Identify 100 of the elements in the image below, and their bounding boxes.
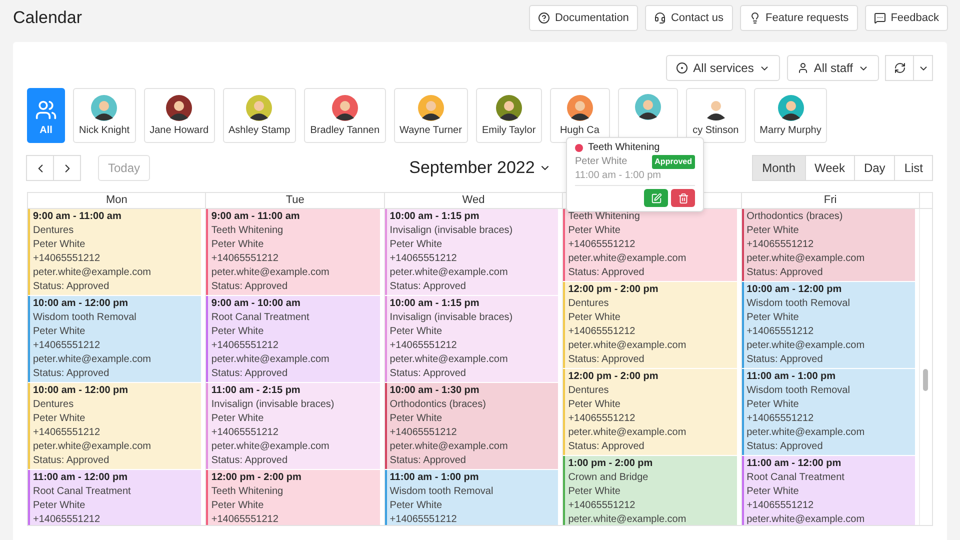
appointment-text: +14065551212: [746, 412, 815, 426]
appointment-text: Peter White: [211, 499, 265, 513]
appointment-text: Dentures: [33, 398, 75, 412]
appointment-text: Wisdom tooth Removal: [746, 384, 851, 398]
header-button[interactable]: Documentation: [528, 5, 638, 31]
appointment-text: Status: Approved: [211, 280, 289, 294]
appointment-card[interactable]: 9:00 am - 11:00 am Teeth Whitening Peter White +14065551212 peter.white@example.com Status: Approved: [206, 209, 380, 295]
view-tab[interactable]: Week: [804, 155, 855, 181]
appointment-text: +14065551212: [390, 339, 458, 353]
appointment-text: Peter White: [746, 398, 800, 412]
month-title[interactable]: September 2022: [409, 158, 551, 178]
appointment-text: +14065551212: [390, 252, 458, 266]
appointment-card[interactable]: 10:00 am - 1:30 pm Orthodontics (braces) Peter White +14065551212 peter.white@example.com Status: Approved: [384, 383, 558, 469]
staff-chip[interactable]: Wayne Turner: [394, 88, 468, 143]
appointment-text: Invisalign (invisable braces): [390, 224, 514, 238]
appointment-text: Peter White: [390, 238, 444, 252]
appointment-card[interactable]: 11:00 am - 1:00 pm Wisdom tooth Removal Peter White +14065551212 peter.white@example.com Status: Approved: [742, 369, 915, 455]
appointment-text: Wisdom tooth Removal: [746, 297, 851, 311]
appointment-card[interactable]: 10:00 am - 1:15 pm Invisalign (invisable braces) Peter White +14065551212 peter.white@example.com Status: Approved: [384, 296, 558, 382]
appointment-text: Peter White: [568, 398, 622, 412]
appointment-text: Wisdom tooth Removal: [390, 485, 494, 499]
appointment-text: 10:00 am - 1:30 pm: [390, 384, 480, 398]
appointment-card[interactable]: 9:00 am - 10:00 am Root Canal Treatment Peter White +14065551212 peter.white@example.com Status: Approved: [206, 296, 380, 382]
appointment-text: Peter White: [33, 499, 86, 513]
appointment-text: Status: Approved: [33, 367, 110, 381]
appointment-card[interactable]: 10:00 am - 12:00 pm Dentures Peter White +14065551212 peter.white@example.com Status: Approved: [28, 383, 202, 469]
header-button[interactable]: Feedback: [864, 5, 948, 31]
refresh-button[interactable]: [885, 55, 914, 81]
appointment-card[interactable]: 10:00 am - 12:00 pm Wisdom tooth Removal Peter White +14065551212 peter.white@example.com Status: Approved: [28, 296, 202, 382]
appointment-text: Status: Approved: [746, 440, 824, 454]
appointment-text: Peter White: [390, 412, 444, 426]
appointment-text: +14065551212: [390, 426, 458, 440]
view-tab[interactable]: Month: [752, 155, 806, 181]
appointment-text: Invisalign (invisable braces): [390, 311, 514, 325]
appointment-text: peter.white@example.com: [390, 353, 509, 367]
popover-title: Teeth Whitening: [588, 142, 660, 154]
appointment-card[interactable]: 10:00 am - 12:00 pm Wisdom tooth Removal Peter White +14065551212 peter.white@example.com Status: Approved: [742, 282, 915, 368]
edit-icon: [650, 192, 662, 204]
appointment-card[interactable]: Orthodontics (braces) Peter White +14065551212 peter.white@example.com Status: Approved: [742, 209, 915, 281]
staff-chip[interactable]: Emily Taylor: [476, 88, 542, 143]
services-dropdown[interactable]: All services: [666, 55, 780, 81]
appointment-text: Status: Approved: [211, 454, 289, 468]
view-tab[interactable]: Day: [854, 155, 896, 181]
appointment-text: peter.white@example.com: [746, 426, 866, 440]
staff-chip[interactable]: Hugh Ca: [550, 88, 610, 143]
page-title: Calendar: [13, 8, 83, 28]
appointment-card[interactable]: 9:00 am - 11:00 am Dentures Peter White +14065551212 peter.white@example.com Status: Approved: [28, 209, 202, 295]
appointment-text: Peter White: [33, 412, 86, 426]
appointment-card[interactable]: 12:00 pm - 2:00 pm Teeth Whitening Peter White +14065551212: [206, 470, 380, 525]
appointment-text: +14065551212: [33, 426, 102, 440]
appointment-card[interactable]: 1:00 pm - 2:00 pm Crown and Bridge Peter White +14065551212 peter.white@example.com: [563, 456, 737, 525]
appointment-text: Wisdom tooth Removal: [33, 311, 138, 325]
appointment-text: Status: Approved: [33, 280, 110, 294]
appointment-text: Status: Approved: [746, 353, 824, 367]
appointment-text: 11:00 am - 1:00 pm: [746, 370, 837, 384]
appointment-text: peter.white@example.com: [390, 266, 509, 280]
appointment-text: +14065551212: [568, 499, 636, 513]
appointment-text: Peter White: [390, 325, 444, 339]
appointment-text: peter.white@example.com: [746, 252, 866, 266]
appointment-card[interactable]: 11:00 am - 1:00 pm Wisdom tooth Removal Peter White +14065551212: [384, 470, 558, 525]
appointment-text: peter.white@example.com: [746, 513, 866, 525]
appointment-text: 11:00 am - 12:00 pm: [746, 457, 842, 471]
staff-chip[interactable]: Marry Murphy: [754, 88, 828, 143]
header-button[interactable]: Feature requests: [740, 5, 858, 31]
day-header: Wed: [384, 193, 564, 208]
appointment-text: Orthodontics (braces): [746, 210, 844, 224]
chat-icon: [874, 12, 886, 24]
edit-button[interactable]: [644, 189, 668, 207]
staff-chip[interactable]: Ashley Stamp: [222, 88, 296, 143]
appointment-time: 11:00 am - 1:00 pm: [575, 170, 695, 186]
delete-button[interactable]: [671, 189, 695, 207]
appointment-text: Invisalign (invisable braces): [211, 398, 336, 412]
appointment-text: 9:00 am - 11:00 am: [211, 210, 301, 224]
appointment-card[interactable]: 11:00 am - 12:00 pm Root Canal Treatment Peter White +14065551212: [28, 470, 202, 525]
scrollbar-thumb[interactable]: [922, 369, 928, 391]
appointment-card[interactable]: 12:00 pm - 2:00 pm Dentures Peter White +14065551212 peter.white@example.com Status: Approved: [563, 369, 737, 455]
appointment-text: +14065551212: [211, 426, 280, 440]
appointment-text: Peter White: [746, 485, 800, 499]
staff-chip[interactable]: Bradley Tannen: [304, 88, 386, 143]
staff-dropdown[interactable]: All staff: [786, 55, 879, 81]
staff-chip[interactable]: cy Stinson: [686, 88, 746, 143]
appointment-card[interactable]: 11:00 am - 12:00 pm Root Canal Treatment Peter White +14065551212 peter.white@example.com: [742, 456, 915, 525]
appointment-text: Status: Approved: [33, 454, 110, 468]
appointment-text: +14065551212: [211, 252, 280, 266]
appointment-text: Peter White: [211, 412, 265, 426]
staff-chip[interactable]: Nick Knight: [73, 88, 136, 143]
appointment-card[interactable]: 11:00 am - 2:15 pm Invisalign (invisable braces) Peter White +14065551212 peter.white@example.com Status: Approved: [206, 383, 380, 469]
appointment-card[interactable]: 10:00 am - 1:15 pm Invisalign (invisable braces) Peter White +14065551212 peter.white@example.com Status: Approved: [384, 209, 558, 295]
appointment-card[interactable]: 12:00 pm - 2:00 pm Dentures Peter White +14065551212 peter.white@example.com Status: Approved: [563, 282, 737, 368]
appointment-text: Peter White: [746, 311, 800, 325]
appointment-text: 10:00 am - 1:15 pm: [390, 210, 480, 224]
appointment-text: 11:00 am - 2:15 pm: [211, 384, 302, 398]
appointment-card[interactable]: Teeth Whitening Peter White +14065551212 peter.white@example.com Status: Approved: [563, 209, 737, 281]
day-header: Mon: [28, 193, 206, 208]
appointment-text: Status: Approved: [390, 280, 467, 294]
staff-chip[interactable]: Jane Howard: [144, 88, 214, 143]
appointment-text: +14065551212: [568, 325, 636, 339]
header-button[interactable]: Contact us: [644, 5, 733, 31]
view-tab[interactable]: List: [894, 155, 933, 181]
client-name: Peter White: [575, 156, 628, 168]
